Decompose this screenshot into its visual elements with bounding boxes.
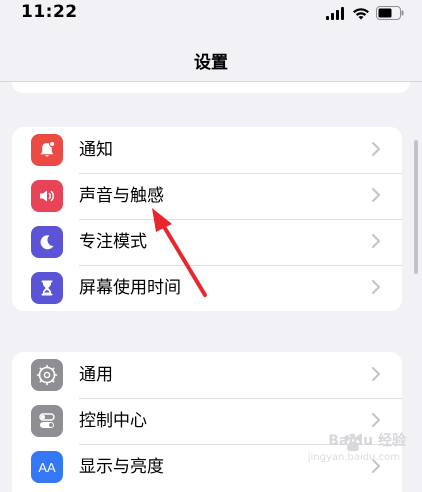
settings-item-label: 专注模式: [79, 232, 147, 252]
previous-group-edge: [12, 82, 410, 93]
settings-item-label: 显示与亮度: [79, 457, 164, 477]
battery-icon: [376, 6, 404, 20]
settings-item-label: 声音与触感: [79, 186, 164, 206]
status-time: 11:22: [21, 2, 78, 22]
wifi-icon: [353, 7, 369, 19]
watermark-url: jingyan.baidu.com: [307, 452, 400, 463]
settings-item-screen-time[interactable]: 屏幕使用时间: [12, 265, 402, 311]
chevron-right-icon: [372, 413, 380, 427]
text-size-glyph: AA: [38, 459, 56, 475]
moon-icon: [31, 226, 63, 258]
chevron-right-icon: [372, 142, 380, 156]
notification-bell-icon: [31, 134, 63, 166]
settings-item-notifications[interactable]: 通知: [12, 127, 402, 173]
chevron-right-icon: [372, 234, 380, 248]
settings-item-general[interactable]: 通用: [12, 352, 402, 398]
settings-item-label: 通用: [79, 365, 113, 385]
settings-item-focus[interactable]: 专注模式: [12, 219, 402, 265]
cellular-signal-icon: [326, 6, 344, 20]
settings-item-label: 控制中心: [79, 411, 147, 431]
scroll-indicator[interactable]: [414, 140, 418, 274]
hourglass-icon: [31, 272, 63, 304]
chevron-right-icon: [372, 367, 380, 381]
speaker-icon: [31, 180, 63, 212]
chevron-right-icon: [372, 280, 380, 294]
settings-item-sounds-haptics[interactable]: 声音与触感: [12, 173, 402, 219]
settings-group-general: 通用 控制中心 AA 显示与亮度: [12, 352, 402, 492]
settings-group-focus: 通知 声音与触感 专注模式 屏幕使用时间: [12, 127, 402, 311]
settings-item-label: 通知: [79, 140, 113, 160]
watermark-text: Baidu 经验: [328, 433, 406, 449]
toggles-icon: [31, 405, 63, 437]
settings-item-label: 屏幕使用时间: [79, 278, 181, 298]
status-bar: 11:22: [0, 0, 422, 28]
chevron-right-icon: [372, 188, 380, 202]
gear-icon: [31, 359, 63, 391]
page-title: 设置: [194, 53, 228, 73]
text-size-icon: AA: [31, 451, 63, 483]
status-icons: [326, 6, 404, 20]
